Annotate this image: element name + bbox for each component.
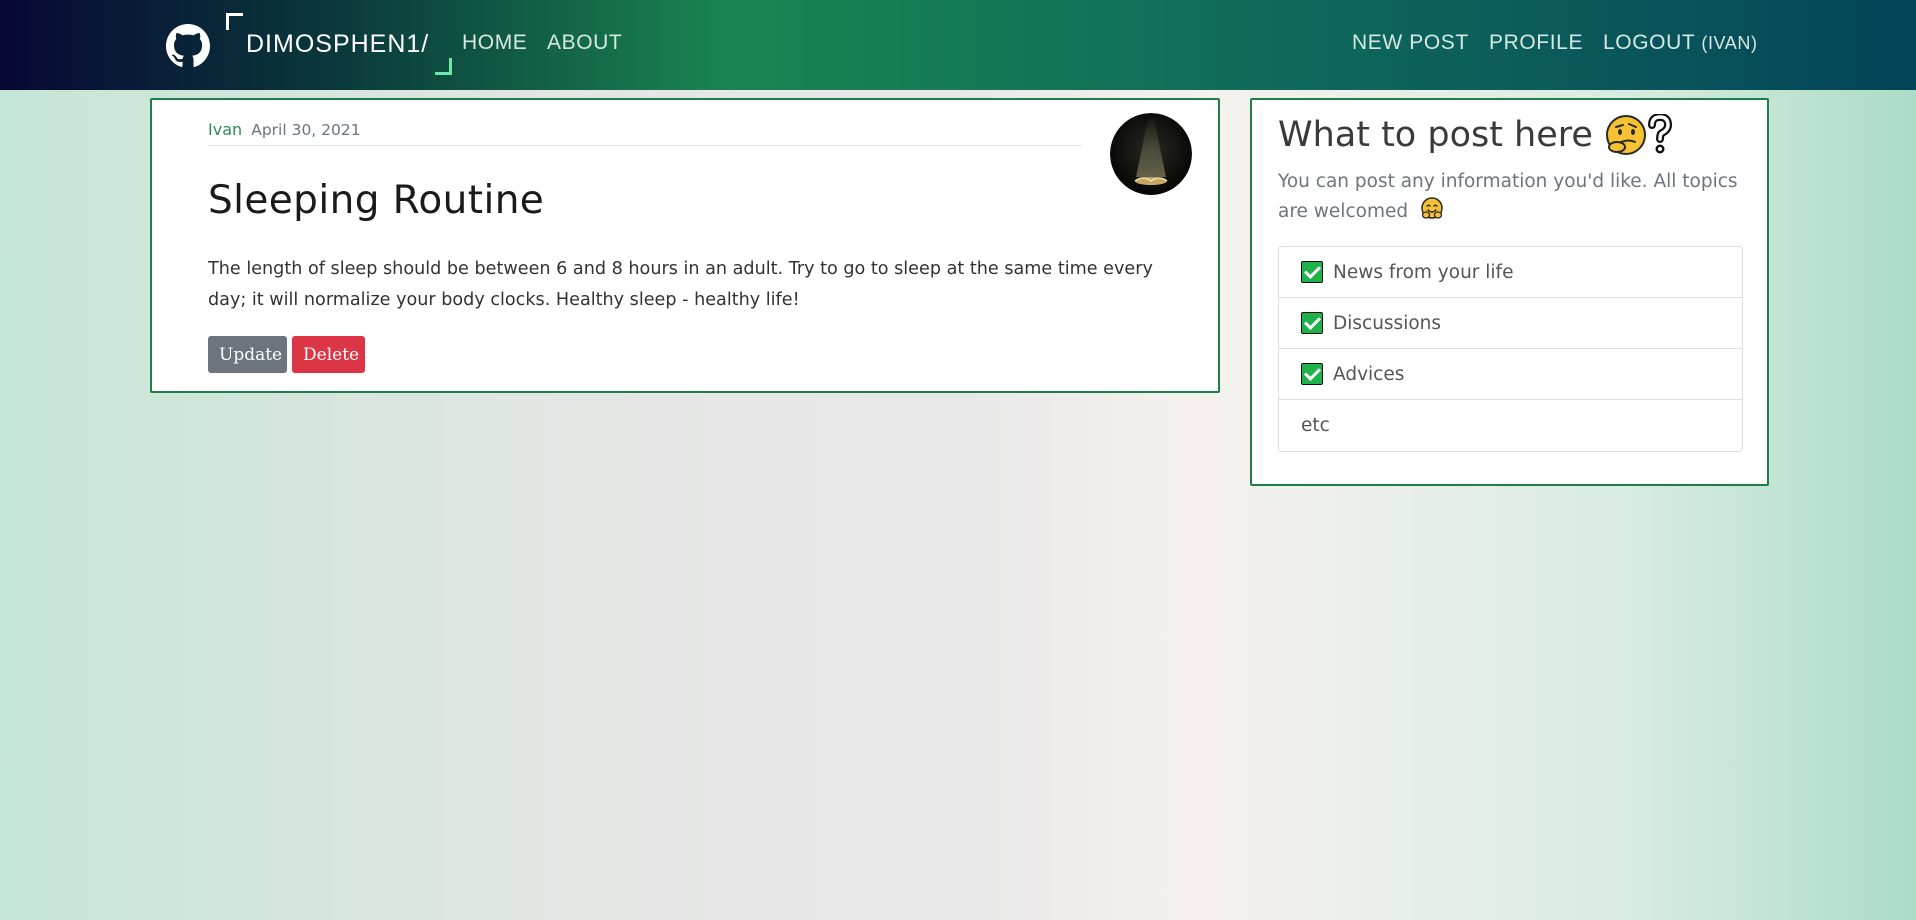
- brand-link[interactable]: DIMOSPHEN1/: [226, 13, 452, 75]
- post-title: Sleeping Routine: [208, 178, 545, 223]
- check-mark-icon: [1301, 312, 1323, 334]
- sidebar-description: You can post any information you'd like.…: [1278, 167, 1748, 227]
- nav-about[interactable]: ABOUT: [547, 31, 622, 55]
- topic-label: Discussions: [1333, 312, 1442, 334]
- brand-corner-top-left: [226, 13, 243, 30]
- topic-list: News from your life Discussions Advices …: [1278, 246, 1743, 452]
- post-author-link[interactable]: Ivan: [208, 120, 242, 139]
- check-mark-icon: [1301, 363, 1323, 385]
- author-avatar: [1110, 113, 1192, 195]
- list-item: etc: [1279, 400, 1742, 451]
- thinking-face-icon: [1605, 115, 1646, 155]
- logout-username: (IVAN): [1701, 33, 1758, 53]
- question-mark-icon: [1647, 114, 1672, 154]
- hugging-face-icon: [1421, 197, 1443, 219]
- sidebar-card: What to post here You can post any infor…: [1250, 98, 1769, 486]
- sidebar-title-text: What to post here: [1278, 115, 1593, 155]
- nav-logout[interactable]: LOGOUT (IVAN): [1603, 31, 1758, 55]
- post-card: Ivan April 30, 2021 Sleeping Routine The…: [150, 98, 1220, 393]
- navbar: DIMOSPHEN1/ HOME ABOUT NEW POST PROFILE …: [0, 0, 1916, 90]
- topic-label: Advices: [1333, 363, 1405, 385]
- sidebar-description-text: You can post any information you'd like.…: [1278, 171, 1738, 222]
- check-mark-icon: [1301, 261, 1323, 283]
- delete-button[interactable]: Delete: [292, 336, 365, 373]
- github-icon[interactable]: [166, 24, 210, 68]
- brand-corner-bottom-right: [435, 58, 452, 75]
- post-body: The length of sleep should be between 6 …: [208, 259, 1153, 310]
- sidebar-title: What to post here: [1278, 114, 1673, 156]
- topic-label: News from your life: [1333, 261, 1514, 283]
- update-button[interactable]: Update: [208, 336, 287, 373]
- topic-label: etc: [1301, 415, 1330, 436]
- list-item: News from your life: [1279, 247, 1742, 298]
- nav-home[interactable]: HOME: [462, 31, 527, 55]
- list-item: Advices: [1279, 349, 1742, 400]
- list-item: Discussions: [1279, 298, 1742, 349]
- brand-text: DIMOSPHEN1/: [246, 30, 430, 58]
- nav-new-post[interactable]: NEW POST: [1352, 31, 1469, 55]
- nav-profile[interactable]: PROFILE: [1489, 31, 1583, 55]
- post-meta: Ivan April 30, 2021: [208, 120, 1082, 146]
- post-date: April 30, 2021: [251, 121, 361, 139]
- logout-label: LOGOUT: [1603, 31, 1695, 54]
